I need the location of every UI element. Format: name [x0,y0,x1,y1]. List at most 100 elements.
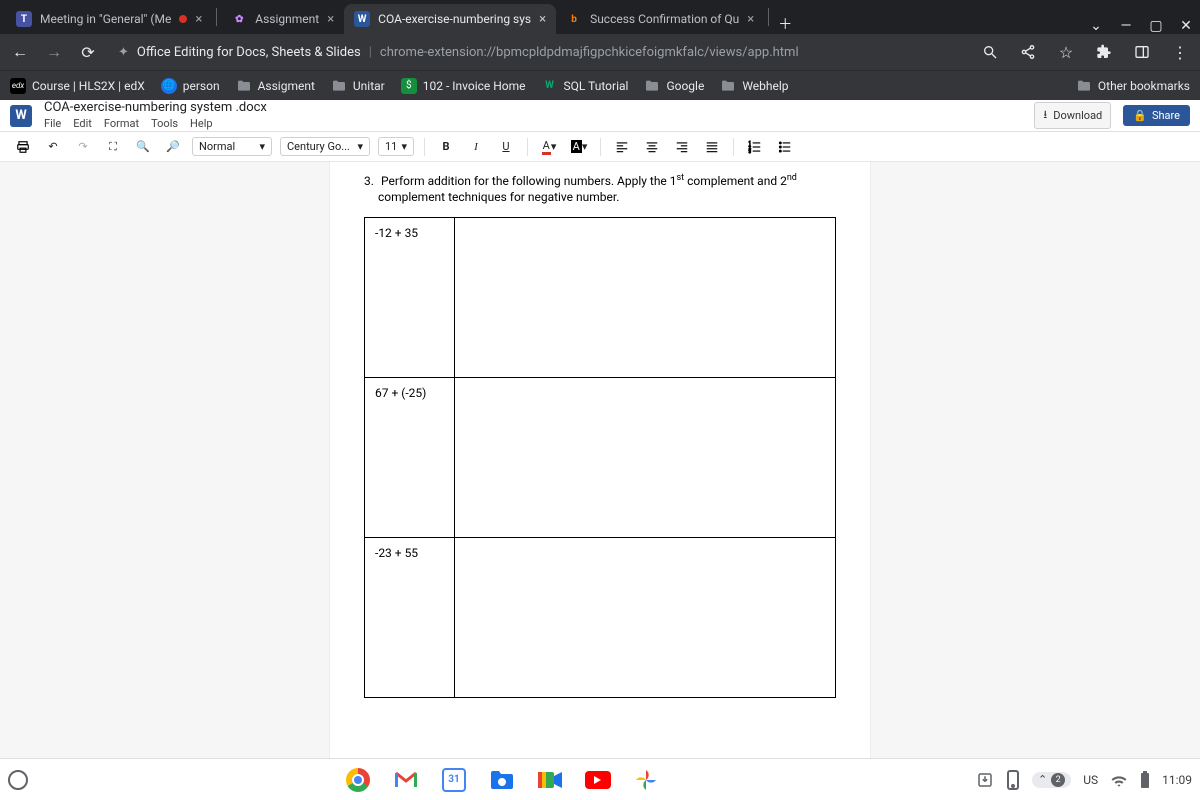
minimize-window-button[interactable]: — [1118,18,1134,34]
numbered-list-button[interactable]: 123 [744,136,766,158]
maximize-window-button[interactable]: ▢ [1148,18,1164,34]
tab-actions: ＋ [777,14,793,34]
calendar-app-icon[interactable]: 31 [440,766,468,794]
edx-icon: edx [10,78,26,94]
omnibox[interactable]: ✦ Office Editing for Docs, Sheets & Slid… [110,38,968,66]
zoom-out-button[interactable]: 🔎 [162,136,184,158]
bookmark-label: 102 - Invoice Home [423,79,526,93]
menu-help[interactable]: Help [190,118,213,130]
search-icon[interactable] [978,40,1002,64]
launcher-button[interactable] [8,770,28,790]
meet-app-icon[interactable] [536,766,564,794]
keyboard-language[interactable]: US [1083,773,1098,787]
chrome-app-icon[interactable] [344,766,372,794]
system-tray: ⌃ 2 US 11:09 [976,770,1192,790]
menu-edit[interactable]: Edit [73,118,92,130]
font-dropdown[interactable]: Century Go...▾ [280,137,370,156]
highlight-button[interactable]: A ▾ [568,136,590,158]
italic-button[interactable]: I [465,136,487,158]
tab-coa-exercise[interactable]: W COA-exercise-numbering sys × [344,4,556,34]
align-justify-button[interactable] [701,136,723,158]
work-cell[interactable] [455,218,836,378]
document-canvas[interactable]: 3. Perform addition for the following nu… [0,162,1200,758]
tray-expand-button[interactable]: ⌃ 2 [1032,772,1071,788]
separator [600,138,601,156]
expression-cell[interactable]: 67 + (-25) [365,378,455,538]
omnibox-prefix: Office Editing for Docs, Sheets & Slides [137,45,361,60]
close-tab-icon[interactable]: × [747,12,754,27]
new-tab-button[interactable]: ＋ [777,14,793,34]
files-app-icon[interactable] [488,766,516,794]
youtube-app-icon[interactable] [584,766,612,794]
bookmark-label: Google [666,79,704,93]
font-size-value: 11 [385,140,397,153]
align-left-button[interactable] [611,136,633,158]
font-size-dropdown[interactable]: 11▾ [378,137,414,156]
close-window-button[interactable]: ✕ [1178,18,1194,34]
shelf-apps: 31 [38,766,966,794]
expression-cell[interactable]: -12 + 35 [365,218,455,378]
zoom-in-button[interactable]: 🔍 [132,136,154,158]
bookmark-google-folder[interactable]: Google [644,78,704,94]
align-right-button[interactable] [671,136,693,158]
text-color-button[interactable]: A ▾ [538,136,560,158]
forward-button[interactable]: → [42,40,66,64]
bulleted-list-button[interactable] [774,136,796,158]
wifi-icon[interactable] [1110,773,1128,787]
more-menu-icon[interactable]: ⋮ [1168,40,1192,64]
underline-button[interactable]: U [495,136,517,158]
bold-button[interactable]: B [435,136,457,158]
chevron-down-icon[interactable]: ⌄ [1088,18,1104,34]
photos-app-icon[interactable] [632,766,660,794]
print-button[interactable] [12,136,34,158]
w3-icon: W [542,78,558,94]
clock[interactable]: 11:09 [1162,773,1192,787]
back-button[interactable]: ← [8,40,32,64]
align-center-button[interactable] [641,136,663,158]
money-icon: $ [401,78,417,94]
bookmark-edx[interactable]: edx Course | HLS2X | edX [10,78,145,94]
style-dropdown[interactable]: Normal ▾ [192,137,272,156]
chevron-down-icon: ▾ [259,140,265,153]
share-icon[interactable] [1016,40,1040,64]
tab-success-confirmation[interactable]: b Success Confirmation of Qu × [556,4,764,34]
bookmark-assigment-folder[interactable]: Assigment [236,78,315,94]
menu-format[interactable]: Format [104,118,139,130]
folder-icon [644,78,660,94]
work-cell[interactable] [455,378,836,538]
redo-button[interactable]: ↷ [72,136,94,158]
share-button[interactable]: 🔒 Share [1123,105,1190,126]
bookmark-star-icon[interactable]: ☆ [1054,40,1078,64]
gmail-app-icon[interactable] [392,766,420,794]
tab-title: Success Confirmation of Qu [590,12,739,26]
close-tab-icon[interactable]: × [195,12,202,27]
bookmark-webhelp-folder[interactable]: Webhelp [720,78,788,94]
phone-hub-icon[interactable] [1006,770,1020,790]
extensions-icon[interactable] [1092,40,1116,64]
downloads-tray-icon[interactable] [976,771,994,789]
bookmark-sql[interactable]: W SQL Tutorial [542,78,629,94]
download-button[interactable]: ⭳ Download [1034,102,1111,129]
reload-button[interactable]: ⟳ [76,40,100,64]
undo-button[interactable]: ↶ [42,136,64,158]
tab-meeting[interactable]: T Meeting in "General" (Me × [6,4,212,34]
tab-assignment[interactable]: ✿ Assignment × [221,4,344,34]
battery-icon[interactable] [1140,771,1150,789]
style-value: Normal [199,140,235,153]
bookmark-invoice[interactable]: $ 102 - Invoice Home [401,78,526,94]
close-tab-icon[interactable]: × [327,12,334,27]
bookmark-person[interactable]: 🌐 person [161,78,220,94]
folder-icon [236,78,252,94]
side-panel-icon[interactable] [1130,40,1154,64]
menu-tools[interactable]: Tools [151,118,178,130]
expression-cell[interactable]: -23 + 55 [365,538,455,698]
tab-separator [216,8,217,26]
tab-separator [768,8,769,26]
lock-icon: 🔒 [1133,109,1147,122]
bookmark-unitar-folder[interactable]: Unitar [331,78,385,94]
work-cell[interactable] [455,538,836,698]
other-bookmarks[interactable]: Other bookmarks [1076,78,1190,94]
close-tab-icon[interactable]: × [539,12,546,27]
fit-width-button[interactable]: ⛶ [102,136,124,158]
menu-file[interactable]: File [44,118,61,130]
